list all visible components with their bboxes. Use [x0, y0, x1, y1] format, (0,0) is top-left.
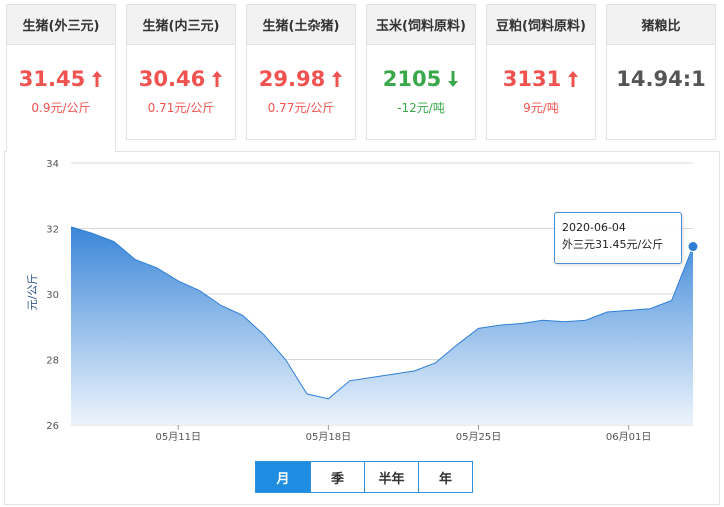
card-price: 29.98: [258, 67, 326, 91]
x-tick-label: 05月11日: [156, 431, 201, 443]
arrow-up-icon: [332, 71, 343, 87]
period-tab-year[interactable]: 年: [418, 462, 472, 492]
card-price: 3131: [502, 67, 562, 91]
card-title: 豆粕(饲料原料): [487, 5, 595, 45]
y-axis-ticks: 26 28 30 32 34: [46, 159, 59, 432]
card-change: -12元/吨: [397, 101, 445, 115]
card-price: 31.45: [18, 67, 86, 91]
card-pig-inner[interactable]: 生猪(内三元) 30.46 0.71元/公斤: [126, 4, 236, 140]
chart-panel: 26 28 30 32 34 05月11日 05月18日 05月25日 06月01日 元/公斤…: [4, 151, 720, 505]
card-price-row: 14.94:1: [607, 67, 715, 91]
card-price-row: 31.45: [7, 67, 115, 91]
y-axis-label: 元/公斤: [26, 274, 39, 311]
card-corn[interactable]: 玉米(饲料原料) 2105 -12元/吨: [366, 4, 476, 140]
y-tick-label: 34: [46, 159, 59, 170]
arrow-down-icon: [448, 71, 459, 87]
y-tick-label: 30: [46, 290, 59, 301]
y-tick-label: 32: [46, 225, 59, 236]
card-title: 生猪(外三元): [7, 5, 115, 45]
card-change: 0.9元/公斤: [31, 101, 91, 115]
chart-tooltip: 2020-06-04 外三元31.45元/公斤: [554, 212, 682, 264]
card-title: 猪粮比: [607, 5, 715, 45]
card-title: 生猪(土杂猪): [247, 5, 355, 45]
y-tick-label: 28: [46, 356, 59, 367]
card-title: 生猪(内三元): [127, 5, 235, 45]
y-tick-label: 26: [46, 421, 59, 432]
price-chart: 26 28 30 32 34 05月11日 05月18日 05月25日 06月01日 元/公斤: [26, 159, 699, 443]
period-selector: 月 季 半年 年: [255, 461, 473, 493]
card-price: 30.46: [138, 67, 206, 91]
card-soymeal[interactable]: 豆粕(饲料原料) 3131 9元/吨: [486, 4, 596, 140]
card-price-row: 3131: [487, 67, 595, 91]
card-pig-outer[interactable]: 生猪(外三元) 31.45 0.9元/公斤: [6, 4, 116, 152]
card-change: 0.77元/公斤: [267, 101, 335, 115]
x-tick-label: 05月18日: [306, 431, 351, 443]
arrow-up-icon: [212, 71, 223, 87]
card-title: 玉米(饲料原料): [367, 5, 475, 45]
card-price-row: 29.98: [247, 67, 355, 91]
card-change: 0.71元/公斤: [147, 101, 215, 115]
card-price-row: 30.46: [127, 67, 235, 91]
period-tab-month[interactable]: 月: [256, 462, 310, 492]
last-point-marker[interactable]: [687, 241, 699, 253]
card-price: 2105: [382, 67, 442, 91]
arrow-up-icon: [92, 71, 103, 87]
x-tick-label: 05月25日: [456, 431, 501, 443]
card-change: 9元/吨: [523, 101, 559, 115]
card-price-row: 2105: [367, 67, 475, 91]
tooltip-date: 2020-06-04: [562, 221, 626, 234]
period-tab-half-year[interactable]: 半年: [364, 462, 418, 492]
arrow-up-icon: [568, 71, 579, 87]
card-price: 14.94:1: [616, 67, 706, 91]
x-tick-label: 06月01日: [606, 431, 651, 443]
tooltip-value: 外三元31.45元/公斤: [562, 238, 664, 251]
x-axis-ticks: 05月11日 05月18日 05月25日 06月01日: [156, 425, 651, 443]
card-pig-grain-ratio[interactable]: 猪粮比 14.94:1: [606, 4, 716, 140]
period-tab-quarter[interactable]: 季: [310, 462, 364, 492]
price-cards: 生猪(外三元) 31.45 0.9元/公斤 生猪(内三元) 30.46 0.71…: [6, 4, 718, 152]
card-pig-mixed[interactable]: 生猪(土杂猪) 29.98 0.77元/公斤: [246, 4, 356, 140]
